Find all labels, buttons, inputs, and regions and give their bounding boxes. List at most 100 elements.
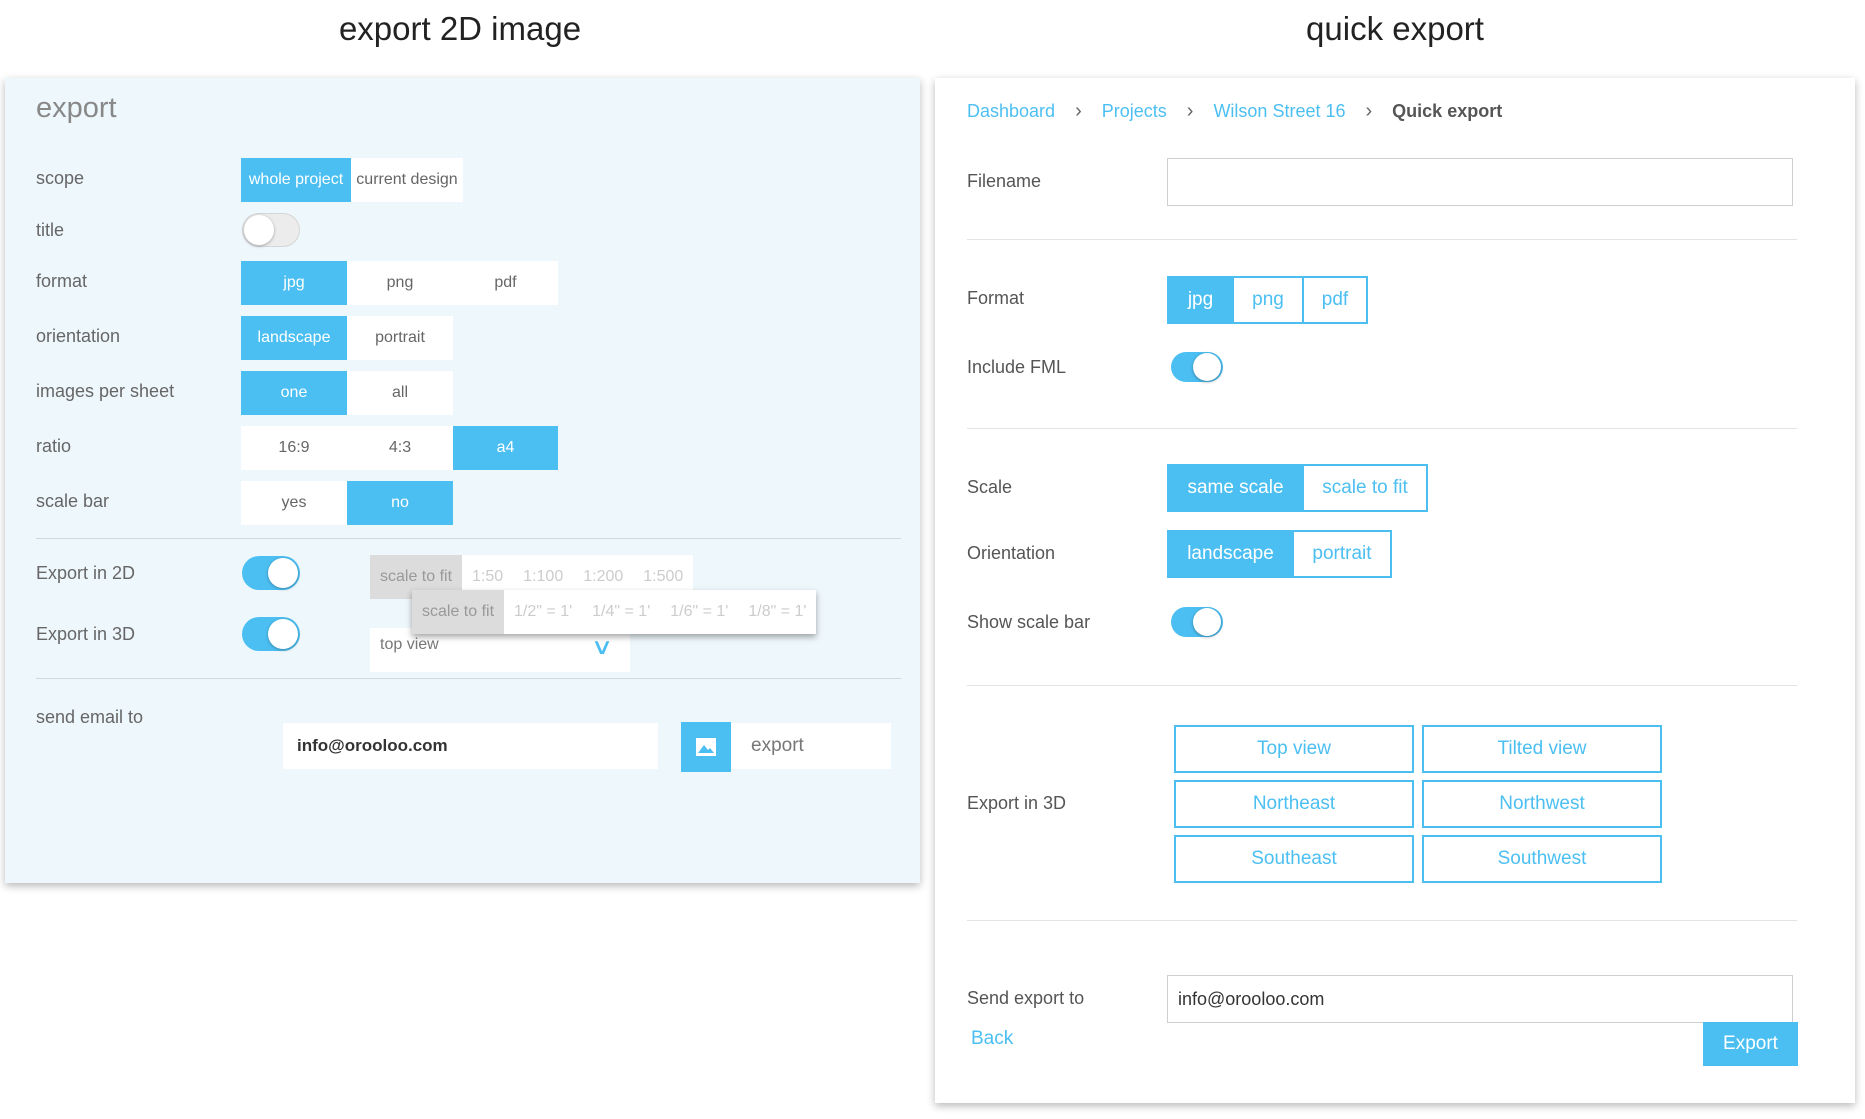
view-tilted-button[interactable]: Tilted view xyxy=(1422,725,1662,773)
export-button[interactable]: export xyxy=(681,722,891,772)
export-2d-label: Export in 2D xyxy=(36,563,136,583)
scale-segmented: same scale scale to fit xyxy=(1167,464,1428,512)
view-southeast-button[interactable]: Southeast xyxy=(1174,835,1414,883)
format-jpg[interactable]: jpg xyxy=(1169,278,1232,322)
orientation-label: orientation xyxy=(36,326,121,346)
scope-whole-project[interactable]: whole project xyxy=(241,158,351,202)
breadcrumb-project[interactable]: Wilson Street 16 xyxy=(1213,101,1345,122)
scale-imperial-option[interactable]: 1/8" = 1' xyxy=(738,590,816,634)
export-3d-label: Export in 3D xyxy=(36,624,136,644)
export-3d-views: Top view Tilted view Northeast Northwest… xyxy=(1174,725,1664,883)
orientation-label: Orientation xyxy=(967,543,1056,563)
divider xyxy=(967,239,1797,240)
email-input[interactable]: info@orooloo.com xyxy=(283,723,658,769)
export-3d-toggle[interactable] xyxy=(242,617,300,651)
scale-bar-no[interactable]: no xyxy=(347,481,453,525)
images-one[interactable]: one xyxy=(241,371,347,415)
heading-left: export 2D image xyxy=(338,10,582,47)
chevron-right-icon: › xyxy=(1365,100,1373,122)
chevron-right-icon: › xyxy=(1075,100,1082,122)
panel-title: export xyxy=(36,92,117,124)
toggle-knob xyxy=(1193,353,1221,381)
view-select[interactable]: top view ∨ xyxy=(370,628,630,672)
divider xyxy=(967,920,1797,921)
chevron-right-icon: › xyxy=(1186,100,1194,122)
format-png[interactable]: png xyxy=(347,261,453,305)
back-link[interactable]: Back xyxy=(971,1028,1013,1050)
scale-bar-label: scale bar xyxy=(36,491,110,511)
divider xyxy=(36,538,901,539)
show-scale-bar-toggle[interactable] xyxy=(1171,607,1223,637)
view-southwest-button[interactable]: Southwest xyxy=(1422,835,1662,883)
ratio-segmented: 16:9 4:3 a4 xyxy=(241,426,558,470)
scale-same[interactable]: same scale xyxy=(1169,466,1302,510)
heading-right: quick export xyxy=(1306,10,1484,47)
send-email-label: send email to xyxy=(36,707,144,727)
scale-imperial-fit[interactable]: scale to fit xyxy=(412,590,505,634)
format-label: Format xyxy=(967,288,1025,308)
orientation-segmented: landscape portrait xyxy=(241,316,453,360)
images-per-sheet-label: images per sheet xyxy=(36,381,175,401)
chevron-down-icon: ∨ xyxy=(590,634,614,659)
scale-label: Scale xyxy=(967,477,1013,497)
toggle-knob xyxy=(1193,608,1221,636)
format-label: format xyxy=(36,271,88,291)
format-segmented: jpg png pdf xyxy=(1167,276,1368,324)
divider xyxy=(36,678,901,679)
include-fml-label: Include FML xyxy=(967,357,1067,377)
view-select-value: top view xyxy=(380,636,439,653)
orientation-landscape[interactable]: landscape xyxy=(241,316,347,360)
quick-export-panel: Dashboard › Projects › Wilson Street 16 … xyxy=(935,78,1855,1103)
images-per-sheet-segmented: one all xyxy=(241,371,453,415)
export-2d-toggle[interactable] xyxy=(242,556,300,590)
ratio-4-3[interactable]: 4:3 xyxy=(347,426,453,470)
ratio-16-9[interactable]: 16:9 xyxy=(241,426,347,470)
view-northwest-button[interactable]: Northwest xyxy=(1422,780,1662,828)
ratio-a4[interactable]: a4 xyxy=(453,426,558,470)
toggle-knob xyxy=(268,619,298,649)
scale-options-imperial-popup: scale to fit 1/2" = 1' 1/4" = 1' 1/6" = … xyxy=(412,590,817,634)
orientation-portrait[interactable]: portrait xyxy=(1292,532,1390,576)
filename-input[interactable] xyxy=(1167,158,1793,206)
ratio-label: ratio xyxy=(36,436,72,456)
filename-label: Filename xyxy=(967,171,1042,191)
export-3d-label: Export in 3D xyxy=(967,793,1067,813)
format-segmented: jpg png pdf xyxy=(241,261,558,305)
orientation-segmented: landscape portrait xyxy=(1167,530,1392,578)
scale-imperial-option[interactable]: 1/2" = 1' xyxy=(504,590,582,634)
send-export-label: Send export to xyxy=(967,988,1085,1008)
view-top-button[interactable]: Top view xyxy=(1174,725,1414,773)
view-northeast-button[interactable]: Northeast xyxy=(1174,780,1414,828)
divider xyxy=(967,685,1797,686)
scope-segmented: whole project current design xyxy=(241,158,463,202)
breadcrumb: Dashboard › Projects › Wilson Street 16 … xyxy=(967,100,1502,123)
send-export-input[interactable]: info@orooloo.com xyxy=(1167,975,1793,1023)
orientation-landscape[interactable]: landscape xyxy=(1169,532,1292,576)
scope-label: scope xyxy=(36,168,85,188)
breadcrumb-projects[interactable]: Projects xyxy=(1102,101,1167,122)
orientation-portrait[interactable]: portrait xyxy=(347,316,453,360)
toggle-knob xyxy=(244,215,274,245)
scale-bar-segmented: yes no xyxy=(241,481,453,525)
scale-imperial-option[interactable]: 1/4" = 1' xyxy=(582,590,660,634)
title-label: title xyxy=(36,220,65,240)
breadcrumb-dashboard[interactable]: Dashboard xyxy=(967,101,1055,122)
scale-bar-yes[interactable]: yes xyxy=(241,481,347,525)
include-fml-toggle[interactable] xyxy=(1171,352,1223,382)
format-jpg[interactable]: jpg xyxy=(241,261,347,305)
image-icon xyxy=(681,722,731,772)
format-pdf[interactable]: pdf xyxy=(1302,278,1366,322)
show-scale-bar-label: Show scale bar xyxy=(967,612,1091,632)
scale-to-fit[interactable]: scale to fit xyxy=(1302,466,1426,510)
export-button-label: export xyxy=(751,735,804,756)
format-png[interactable]: png xyxy=(1232,278,1302,322)
export-submit-button[interactable]: Export xyxy=(1703,1022,1798,1066)
breadcrumb-current: Quick export xyxy=(1392,101,1503,121)
format-pdf[interactable]: pdf xyxy=(453,261,558,305)
scope-current-design[interactable]: current design xyxy=(351,158,463,202)
divider xyxy=(967,428,1797,429)
title-toggle[interactable] xyxy=(242,213,300,247)
scale-imperial-option[interactable]: 1/6" = 1' xyxy=(660,590,738,634)
images-all[interactable]: all xyxy=(347,371,453,415)
toggle-knob xyxy=(268,558,298,588)
